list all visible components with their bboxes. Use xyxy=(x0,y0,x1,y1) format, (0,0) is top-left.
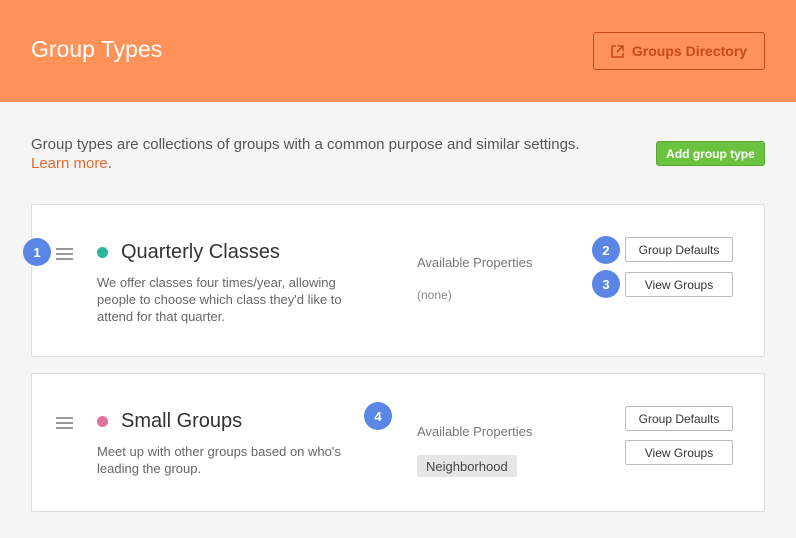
annotation-badge: 4 xyxy=(364,402,392,430)
group-type-name[interactable]: Quarterly Classes xyxy=(121,241,280,264)
intro-link-suffix: . xyxy=(107,155,112,172)
page-header: Group Types Groups Directory xyxy=(0,0,796,102)
drag-handle-icon[interactable] xyxy=(56,417,73,429)
view-groups-button[interactable]: View Groups xyxy=(625,440,733,465)
intro-text: Group types are collections of groups wi… xyxy=(31,135,621,173)
property-tag: Neighborhood xyxy=(417,455,517,477)
available-properties-label: Available Properties xyxy=(417,255,533,270)
group-type-description: Meet up with other groups based on who's… xyxy=(97,444,341,476)
annotation-badge: 1 xyxy=(23,238,51,266)
groups-directory-label: Groups Directory xyxy=(631,43,748,59)
add-group-type-button[interactable]: Add group type xyxy=(656,141,765,166)
view-groups-button[interactable]: View Groups xyxy=(625,272,733,297)
intro-description: Group types are collections of groups wi… xyxy=(31,136,580,153)
groups-directory-button[interactable]: Groups Directory xyxy=(593,32,765,70)
group-type-description: We offer classes four times/year, allowi… xyxy=(97,275,342,324)
page-title: Group Types xyxy=(31,36,163,62)
group-type-color-dot xyxy=(97,247,108,258)
group-defaults-button[interactable]: Group Defaults xyxy=(625,237,733,262)
available-properties-label: Available Properties xyxy=(417,424,533,439)
group-type-color-dot xyxy=(97,416,108,427)
external-link-icon xyxy=(611,44,624,58)
group-type-card-small-groups: Small Groups Meet up with other groups b… xyxy=(31,373,765,512)
group-type-name[interactable]: Small Groups xyxy=(121,410,242,433)
group-defaults-button[interactable]: Group Defaults xyxy=(625,406,733,431)
annotation-badge: 2 xyxy=(592,236,620,264)
available-properties-value: (none) xyxy=(417,288,452,302)
group-type-card-quarterly-classes: Quarterly Classes We offer classes four … xyxy=(31,204,765,357)
drag-handle-icon[interactable] xyxy=(56,248,73,260)
annotation-badge: 3 xyxy=(592,270,620,298)
learn-more-link[interactable]: Learn more xyxy=(31,155,108,172)
